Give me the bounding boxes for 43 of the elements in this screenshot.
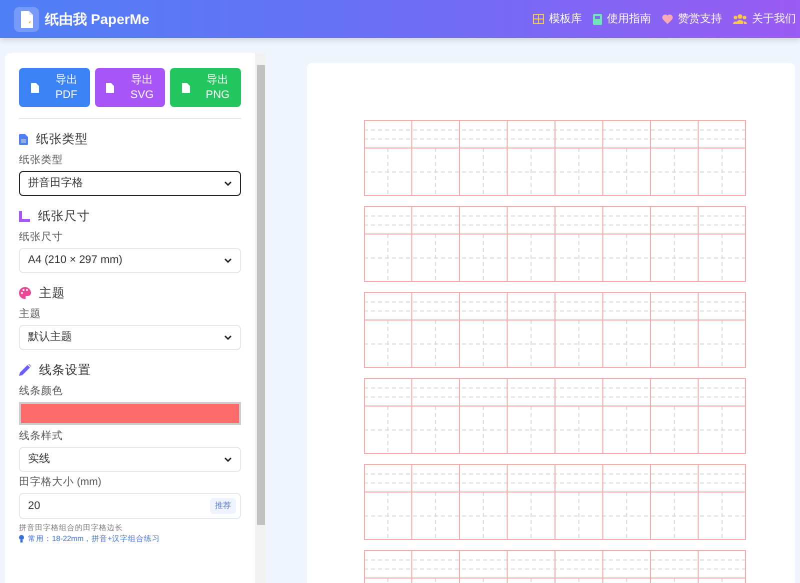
section-title: 纸张类型 [36,131,88,147]
users-icon [733,14,747,24]
select-field[interactable]: 拼音田字格 [19,171,241,196]
field-label: 线条样式 [19,430,64,443]
recommend-tag: 推荐 [210,498,236,514]
nav-link[interactable]: 使用指南 [593,10,651,28]
color-swatch[interactable] [19,402,241,425]
select-field[interactable]: A4 (210 × 297 mm) [19,248,241,273]
export-button[interactable]: 导出 PNG [170,68,242,107]
field-label: 田字格大小 (mm) [19,476,102,489]
book-icon [593,14,602,24]
export-button[interactable]: 导出 SVG [94,68,166,107]
scrollbar[interactable] [255,53,266,583]
export-button[interactable]: 导出 PDF [19,68,90,107]
field-label: 纸张类型 [19,154,64,167]
grid-icon [533,14,544,24]
file-icon [182,82,190,92]
nav-link[interactable]: 模板库 [533,10,582,28]
section-title: 主题 [39,285,65,301]
heart-icon [662,14,673,24]
field-label: 纸张尺寸 [19,231,64,244]
section-title: 纸张尺寸 [38,208,90,224]
pencil-icon [19,364,31,376]
chevron-icon [224,334,232,340]
file-icon [106,82,114,92]
field-label: 主题 [19,308,42,321]
chevron-icon [224,456,232,462]
logo-icon [14,6,39,32]
field-label: 线条颜色 [19,385,64,398]
chevron-icon [224,258,232,264]
section-title: 线条设置 [39,362,91,378]
chevron-icon [224,180,232,186]
palette-icon [19,287,31,299]
lightbulb-icon [19,534,24,542]
nav-link[interactable]: 关于我们 [733,10,796,28]
number-field[interactable]: 20 推荐 [19,493,241,519]
nav-link[interactable]: 赞赏支持 [662,10,722,28]
select-field[interactable]: 实线 [19,447,241,472]
app-title: 纸由我 PaperMe [45,10,150,29]
file-icon [19,134,28,144]
ruler-icon [19,210,30,222]
file-icon [31,82,40,92]
select-field[interactable]: 默认主题 [19,325,241,350]
